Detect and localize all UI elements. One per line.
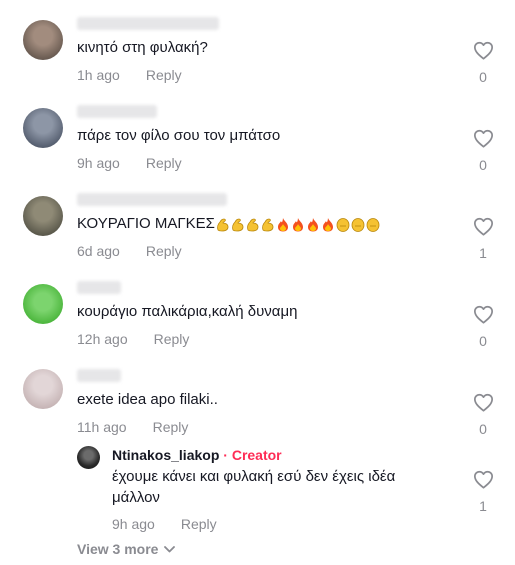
username-blurred[interactable] xyxy=(77,193,227,206)
fire-emoji-icon xyxy=(277,217,288,232)
reply-text-line-1: έχουμε κάνει και φυλακή εσύ δεν έχεις ιδ… xyxy=(112,468,396,485)
chevron-down-icon xyxy=(164,545,176,552)
comment-text: ΚΟΥΡΑΓΙΟ ΜΑΓΚΕΣ xyxy=(77,215,215,232)
comment-text: πάρε τον φίλο σου τον μπάτσο xyxy=(77,127,281,144)
comment-time: 1h ago xyxy=(77,67,120,83)
reply-button[interactable]: Reply xyxy=(146,155,182,171)
avatar[interactable] xyxy=(23,108,63,148)
fire-emoji-icon xyxy=(307,217,318,232)
like-count: 0 xyxy=(479,69,487,85)
flexed-biceps-emoji-icon xyxy=(262,218,274,231)
separator: · xyxy=(223,447,228,463)
view-more-label: View 3 more xyxy=(77,541,159,557)
fire-emoji-icon xyxy=(292,217,303,232)
heart-icon xyxy=(473,41,493,60)
avatar[interactable] xyxy=(77,446,100,469)
reply-text-line-2: μάλλον xyxy=(112,489,160,506)
avatar[interactable] xyxy=(23,196,63,236)
username-blurred[interactable] xyxy=(77,105,157,118)
flexed-biceps-emoji-icon xyxy=(247,218,259,231)
comment-text: exete idea apo filaki.. xyxy=(77,391,218,408)
reply-author-line: Ntinakos_liakop · Creator xyxy=(112,447,282,463)
heart-icon xyxy=(473,217,493,236)
like-count: 0 xyxy=(479,157,487,173)
like-count: 0 xyxy=(479,421,487,437)
face-emoji-icon xyxy=(351,217,365,232)
like-count: 0 xyxy=(479,333,487,349)
flexed-biceps-emoji-icon xyxy=(217,218,229,231)
reply-button[interactable]: Reply xyxy=(154,331,190,347)
like-button[interactable]: 1 xyxy=(470,470,496,514)
reply-author[interactable]: Ntinakos_liakop xyxy=(112,447,219,463)
comment-meta: 1h ago Reply xyxy=(77,67,182,83)
view-more-replies-button[interactable]: View 3 more xyxy=(77,541,176,557)
reply-meta: 9h ago Reply xyxy=(112,516,217,532)
reply-button[interactable]: Reply xyxy=(181,516,217,532)
like-button[interactable]: 1 xyxy=(470,217,496,261)
comment-text: κινητό στη φυλακή? xyxy=(77,39,208,56)
comment-text-container: ΚΟΥΡΑΓΙΟ ΜΑΓΚΕΣ xyxy=(77,214,380,234)
heart-icon xyxy=(473,470,493,489)
like-count: 1 xyxy=(479,498,487,514)
comment-meta: 6d ago Reply xyxy=(77,243,182,259)
flexed-biceps-emoji-icon xyxy=(232,218,244,231)
comment-time: 12h ago xyxy=(77,331,128,347)
fire-emoji-icon xyxy=(322,217,333,232)
comment-meta: 12h ago Reply xyxy=(77,331,189,347)
avatar[interactable] xyxy=(23,284,63,324)
comment-time: 6d ago xyxy=(77,243,120,259)
like-button[interactable]: 0 xyxy=(470,305,496,349)
face-emoji-icon xyxy=(336,217,350,232)
username-blurred[interactable] xyxy=(77,17,219,30)
heart-icon xyxy=(473,393,493,412)
like-button[interactable]: 0 xyxy=(470,393,496,437)
reply-time: 9h ago xyxy=(112,516,155,532)
avatar[interactable] xyxy=(23,369,63,409)
heart-icon xyxy=(473,129,493,148)
face-emoji-icon xyxy=(366,217,380,232)
avatar[interactable] xyxy=(23,20,63,60)
username-blurred[interactable] xyxy=(77,281,121,294)
heart-icon xyxy=(473,305,493,324)
comment-text: κουράγιο παλικάρια,καλή δυναμη xyxy=(77,303,298,320)
username-blurred[interactable] xyxy=(77,369,121,382)
like-button[interactable]: 0 xyxy=(470,41,496,85)
like-count: 1 xyxy=(479,245,487,261)
comment-time: 11h ago xyxy=(77,419,127,435)
emoji-row xyxy=(216,217,380,232)
comment-meta: 9h ago Reply xyxy=(77,155,182,171)
comment-time: 9h ago xyxy=(77,155,120,171)
comment-meta: 11h ago Reply xyxy=(77,419,188,435)
reply-button[interactable]: Reply xyxy=(146,67,182,83)
reply-button[interactable]: Reply xyxy=(153,419,189,435)
creator-badge: Creator xyxy=(231,447,282,463)
reply-button[interactable]: Reply xyxy=(146,243,182,259)
like-button[interactable]: 0 xyxy=(470,129,496,173)
